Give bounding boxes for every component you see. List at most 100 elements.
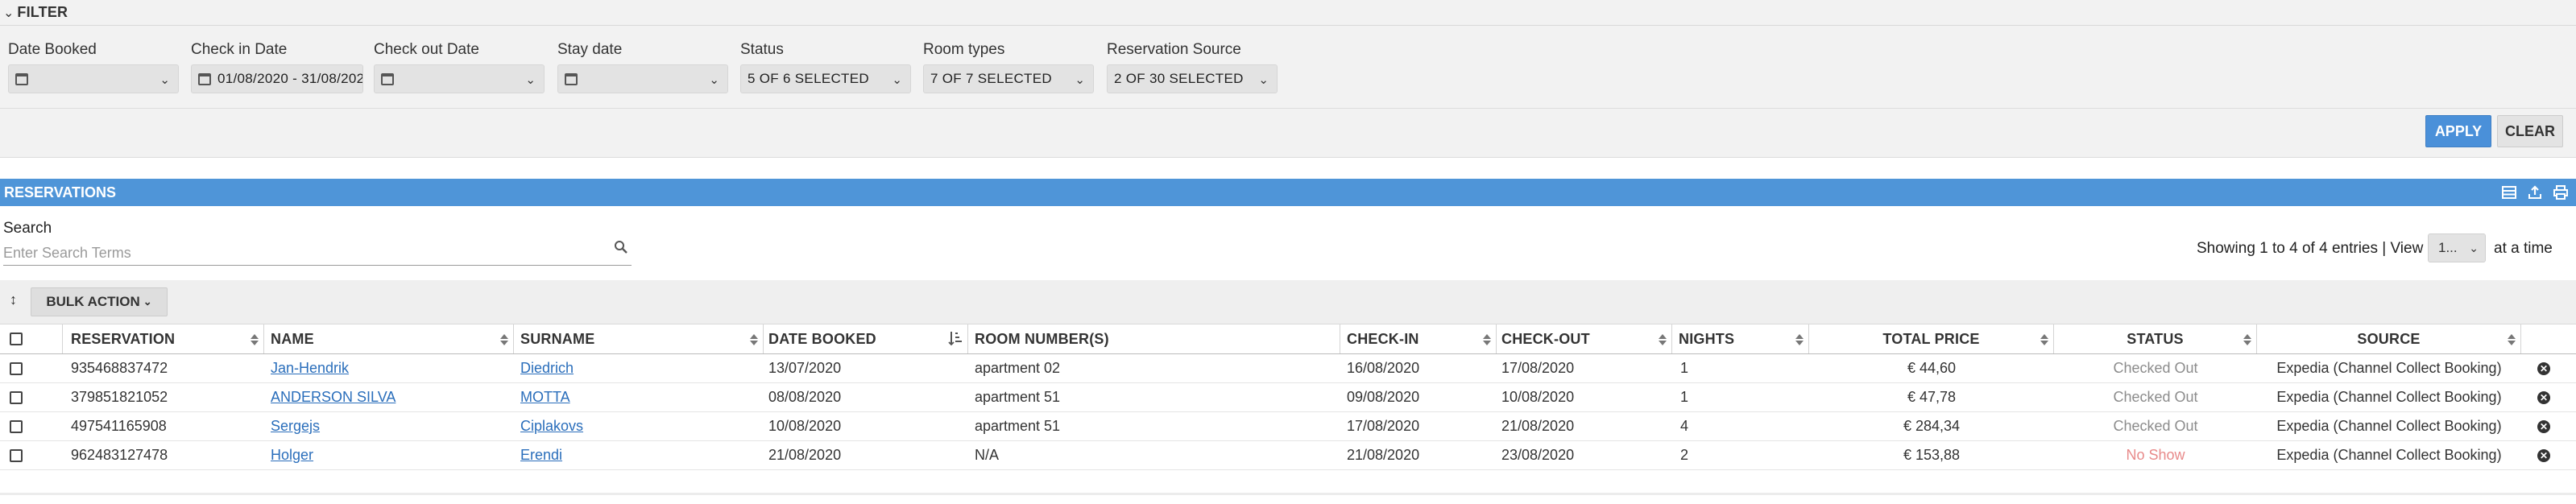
reservation-number: 935468837472 [71,360,168,376]
status-text: No Show [2126,447,2185,463]
col-date-booked[interactable]: DATE BOOKED [764,324,968,353]
guest-surname-link[interactable]: MOTTA [520,389,570,406]
sort-icon [1659,333,1667,346]
source: Expedia (Channel Collect Booking) [2276,447,2502,463]
table-row[interactable]: 935468837472 Jan-Hendrik Diedrich 13/07/… [0,354,2576,383]
col-check-out[interactable]: CHECK-OUT [1497,324,1672,353]
search-label: Search [3,220,52,237]
bulk-action-button[interactable]: BULK ACTION ⌄ [31,287,168,316]
filter-panel: ⌄ FILTER Date Booked ⌄ Check in Date 01/… [0,0,2576,158]
chevron-down-icon: ⌄ [159,73,170,87]
col-nights[interactable]: NIGHTS [1672,324,1809,353]
guest-surname-link[interactable]: Erendi [520,447,562,464]
at-a-time-label: at a time [2494,240,2553,257]
remove-icon[interactable]: ✕ [2537,390,2550,404]
room-types-select[interactable]: 7 OF 7 SELECTED ⌄ [923,64,1094,93]
check-in-label: Check in Date [191,41,288,58]
search-icon[interactable] [614,240,628,258]
table-row[interactable]: 379851821052 ANDERSON SILVA MOTTA 08/08/… [0,383,2576,412]
chevron-down-icon: ⌄ [143,295,152,308]
room-number: N/A [975,447,1000,463]
date-booked: 08/08/2020 [768,389,842,405]
row-checkbox[interactable] [10,390,23,404]
col-check-in[interactable]: CHECK-IN [1340,324,1497,353]
row-checkbox[interactable] [10,448,23,462]
col-surname[interactable]: SURNAME [514,324,764,353]
row-checkbox[interactable] [10,361,23,375]
date-booked: 21/08/2020 [768,447,842,463]
chevron-down-icon[interactable]: ⌄ [3,5,14,21]
table-toolbar: ↕ BULK ACTION ⌄ [0,280,2576,324]
columns-icon[interactable] [2500,184,2518,200]
check-in-input[interactable]: 01/08/2020 - 31/08/2020 [191,64,363,93]
source: Expedia (Channel Collect Booking) [2276,418,2502,434]
check-in-date: 17/08/2020 [1347,418,1420,434]
check-in-filter: Check in Date 01/08/2020 - 31/08/2020 [191,40,363,93]
apply-button[interactable]: APPLY [2425,115,2491,147]
col-reservation[interactable]: RESERVATION [63,324,264,353]
room-number: apartment 51 [975,389,1061,405]
date-booked: 13/07/2020 [768,360,842,376]
guest-name-link[interactable]: Jan-Hendrik [271,360,349,377]
guest-surname-link[interactable]: Diedrich [520,360,574,377]
nights: 1 [1680,389,1689,405]
source: Expedia (Channel Collect Booking) [2276,389,2502,405]
total-price: € 44,60 [1907,360,1957,376]
status-text: Checked Out [2113,418,2198,434]
status-select[interactable]: 5 OF 6 SELECTED ⌄ [740,64,911,93]
sort-icon [251,333,259,346]
table-bottom-divider [0,493,2576,495]
chevron-down-icon: ⌄ [892,73,902,87]
reservation-source-select[interactable]: 2 OF 30 SELECTED ⌄ [1107,64,1278,93]
reservation-source-label: Reservation Source [1107,41,1241,58]
filter-header[interactable]: ⌄ FILTER [0,0,2576,26]
total-price: € 284,34 [1903,418,1961,434]
remove-icon[interactable]: ✕ [2537,419,2550,433]
check-out-filter: Check out Date ⌄ [374,40,545,93]
export-icon[interactable] [2526,184,2544,200]
reservation-number: 497541165908 [71,418,167,434]
guest-surname-link[interactable]: Ciplakovs [520,418,583,435]
filter-title: FILTER [17,4,68,20]
nights: 2 [1680,447,1689,463]
remove-icon[interactable]: ✕ [2537,361,2550,375]
col-total-price[interactable]: TOTAL PRICE [1809,324,2054,353]
page-size-select[interactable]: 1... ⌄ [2428,233,2486,262]
calendar-icon [381,72,394,85]
reservations-title: RESERVATIONS [4,184,117,200]
room-number: apartment 02 [975,360,1061,376]
clear-button[interactable]: CLEAR [2497,115,2563,147]
reservation-number: 962483127478 [71,447,168,463]
reservation-number: 379851821052 [71,389,168,405]
col-source[interactable]: SOURCE [2257,324,2521,353]
remove-icon[interactable]: ✕ [2537,448,2550,462]
sort-icon [2508,333,2516,346]
sort-icon [1795,333,1804,346]
check-out-input[interactable]: ⌄ [374,64,545,93]
check-out-label: Check out Date [374,41,479,58]
print-icon[interactable] [2552,184,2570,200]
stay-date-input[interactable]: ⌄ [557,64,728,93]
guest-name-link[interactable]: ANDERSON SILVA [271,389,396,406]
check-in-date: 09/08/2020 [1347,389,1420,405]
select-all-checkbox[interactable] [10,333,23,345]
select-all-cell [0,324,63,353]
row-checkbox[interactable] [10,419,23,433]
guest-name-link[interactable]: Sergejs [271,418,320,435]
nights: 4 [1680,418,1689,434]
date-booked-filter: Date Booked ⌄ [8,40,179,93]
table-row[interactable]: 497541165908 Sergejs Ciplakovs 10/08/202… [0,412,2576,441]
table-header-row: RESERVATION NAME SURNAME DATE BOOKED ROO… [0,324,2576,354]
col-status[interactable]: STATUS [2054,324,2257,353]
status-text: Checked Out [2113,360,2198,376]
sort-icon [750,333,758,346]
search-input[interactable] [3,242,632,266]
table-row[interactable]: 962483127478 Holger Erendi 21/08/2020 N/… [0,441,2576,470]
guest-name-link[interactable]: Holger [271,447,313,464]
check-in-date: 16/08/2020 [1347,360,1420,376]
date-booked-input[interactable]: ⌄ [8,64,179,93]
status-label: Status [740,41,784,58]
stay-date-filter: Stay date ⌄ [557,40,728,93]
sort-icon[interactable]: ↕ [10,291,17,308]
col-name[interactable]: NAME [264,324,514,353]
